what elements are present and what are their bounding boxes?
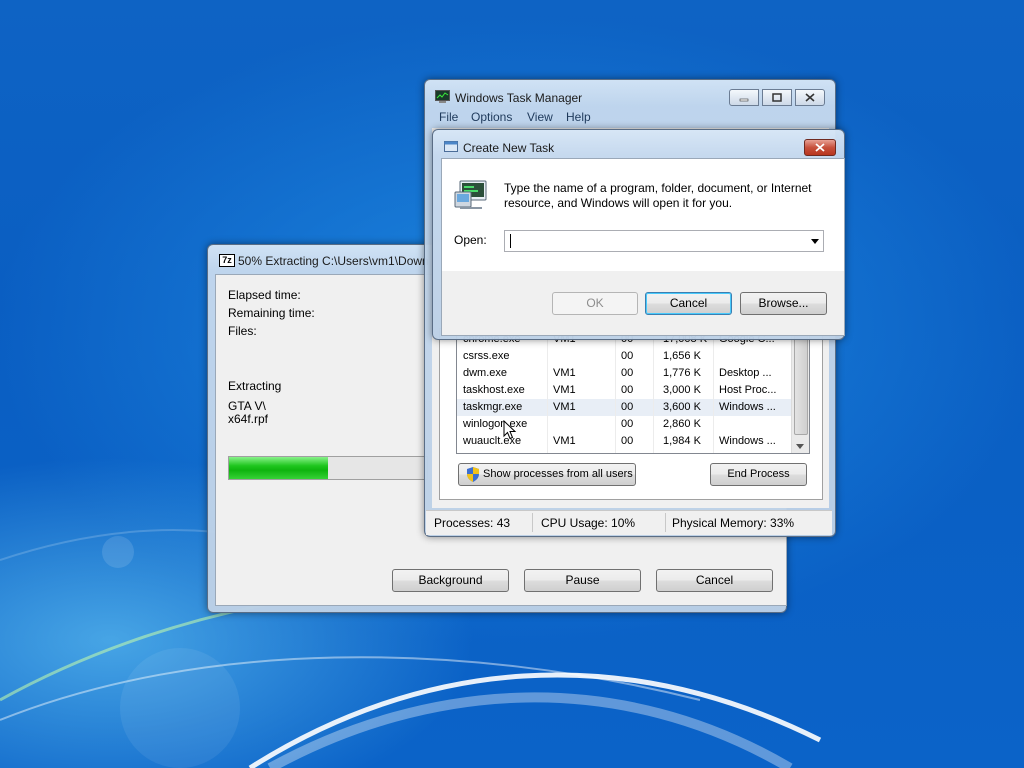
menu-view[interactable]: View xyxy=(527,110,553,124)
extracting-label: Extracting xyxy=(228,379,282,393)
close-icon xyxy=(805,93,815,102)
status-cpu: CPU Usage: 10% xyxy=(541,516,636,530)
minimize-icon xyxy=(739,98,749,101)
status-divider xyxy=(665,513,666,532)
task-manager-icon xyxy=(435,90,450,103)
pause-button[interactable]: Pause xyxy=(524,569,641,592)
menu-file[interactable]: File xyxy=(439,110,458,124)
extract-progress-fill xyxy=(229,457,328,479)
show-all-processes-button[interactable]: Show processes from all users xyxy=(458,463,636,486)
process-mem: 1,984 K xyxy=(663,435,701,447)
create-task-title: Create New Task xyxy=(463,141,555,155)
text-caret xyxy=(510,234,511,248)
maximize-button[interactable] xyxy=(762,89,792,106)
process-name: csrss.exe xyxy=(463,350,510,362)
cancel-extract-button[interactable]: Cancel xyxy=(656,569,773,592)
create-task-description-line1: Type the name of a program, folder, docu… xyxy=(504,181,812,195)
scrollbar-thumb[interactable] xyxy=(794,335,808,435)
status-divider xyxy=(532,513,533,532)
create-task-close-button[interactable] xyxy=(804,139,836,156)
dropdown-arrow-icon[interactable] xyxy=(811,239,819,244)
column-divider xyxy=(713,335,714,453)
end-process-button[interactable]: End Process xyxy=(710,463,807,486)
run-program-icon xyxy=(454,180,487,209)
open-label: Open: xyxy=(454,233,487,247)
create-task-titlebar[interactable]: Create New Task xyxy=(433,130,844,158)
process-cpu: 00 xyxy=(621,367,634,379)
sevenzip-icon: 7z xyxy=(219,254,235,267)
process-mem: 1,776 K xyxy=(663,367,701,379)
create-new-task-dialog: Create New Task Type the name of a progr… xyxy=(432,129,845,340)
cancel-button[interactable]: Cancel xyxy=(645,292,732,315)
process-cpu: 00 xyxy=(621,418,634,430)
task-manager-titlebar[interactable]: Windows Task Manager xyxy=(425,80,835,108)
process-desc: Windows ... xyxy=(719,401,776,413)
process-row[interactable]: csrss.exe 00 1,656 K xyxy=(457,348,791,365)
process-mem: 3,600 K xyxy=(663,401,701,413)
process-desc: Desktop ... xyxy=(719,367,772,379)
extract-title: 50% Extracting C:\Users\vm1\Down xyxy=(238,254,429,268)
status-memory: Physical Memory: 33% xyxy=(672,516,795,530)
scroll-down-icon[interactable] xyxy=(796,444,804,449)
menu-options[interactable]: Options xyxy=(471,110,512,124)
process-user: VM1 xyxy=(553,435,576,447)
process-desc: Windows ... xyxy=(719,435,776,447)
minimize-button[interactable] xyxy=(729,89,759,106)
current-file: x64f.rpf xyxy=(228,412,269,426)
process-user: VM1 xyxy=(553,367,576,379)
maximize-icon xyxy=(772,93,782,102)
create-task-description-line2: resource, and Windows will open it for y… xyxy=(504,196,733,210)
column-divider xyxy=(547,335,548,453)
uac-shield-icon xyxy=(467,467,479,482)
process-mem: 2,860 K xyxy=(663,418,701,430)
extract-progress-bar xyxy=(228,456,428,480)
status-processes: Processes: 43 xyxy=(434,516,511,530)
mouse-cursor-icon xyxy=(503,420,517,440)
taskmgr-close-button[interactable] xyxy=(795,89,825,106)
create-task-top-panel: Type the name of a program, folder, docu… xyxy=(442,159,844,271)
process-name: dwm.exe xyxy=(463,367,508,379)
process-name: taskhost.exe xyxy=(463,384,525,396)
remaining-time-label: Remaining time: xyxy=(228,306,315,320)
create-task-client: Type the name of a program, folder, docu… xyxy=(441,158,845,336)
task-manager-title: Windows Task Manager xyxy=(455,91,583,105)
menu-help[interactable]: Help xyxy=(566,110,591,124)
current-path: GTA V\ xyxy=(228,399,266,413)
ok-button[interactable]: OK xyxy=(552,292,638,315)
process-cpu: 00 xyxy=(621,350,634,362)
elapsed-time-label: Elapsed time: xyxy=(228,288,301,302)
process-name: winlogon.exe xyxy=(463,418,528,430)
run-icon xyxy=(444,141,458,152)
column-divider xyxy=(615,335,616,453)
process-user: VM1 xyxy=(553,401,576,413)
column-divider xyxy=(653,335,654,453)
process-row[interactable]: taskhost.exe VM1 00 3,000 K Host Proc... xyxy=(457,382,791,399)
open-combobox[interactable] xyxy=(504,230,824,252)
process-row[interactable]: taskmgr.exe VM1 00 3,600 K Windows ... xyxy=(457,399,791,416)
process-mem: 3,000 K xyxy=(663,384,701,396)
status-bar: Processes: 43 CPU Usage: 10% Physical Me… xyxy=(426,510,832,535)
process-user: VM1 xyxy=(553,384,576,396)
process-row[interactable]: dwm.exe VM1 00 1,776 K Desktop ... xyxy=(457,365,791,382)
process-cpu: 00 xyxy=(621,384,634,396)
background-button[interactable]: Background xyxy=(392,569,509,592)
process-name: taskmgr.exe xyxy=(463,401,523,413)
process-cpu: 00 xyxy=(621,401,634,413)
files-label: Files: xyxy=(228,324,257,338)
browse-button[interactable]: Browse... xyxy=(740,292,827,315)
process-list-scrollbar[interactable] xyxy=(791,335,809,453)
process-desc: Host Proc... xyxy=(719,384,777,396)
process-cpu: 00 xyxy=(621,435,634,447)
close-icon xyxy=(815,143,825,152)
process-mem: 1,656 K xyxy=(663,350,701,362)
